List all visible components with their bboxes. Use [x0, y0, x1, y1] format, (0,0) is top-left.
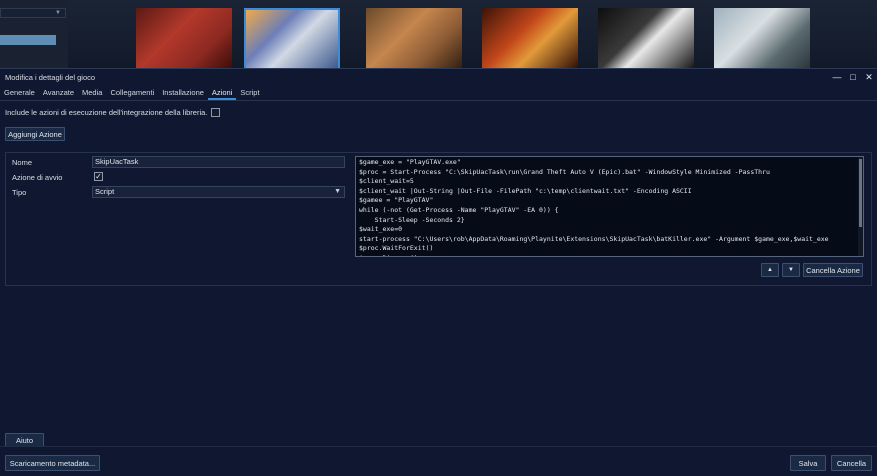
tab-collegamenti[interactable]: Collegamenti	[106, 86, 158, 100]
dialog-title: Modifica i dettagli del gioco	[5, 73, 96, 82]
cancel-button[interactable]: Cancella	[831, 455, 872, 471]
edit-game-dialog: Modifica i dettagli del gioco — □ ✕ Gene…	[0, 68, 877, 476]
library-filter-dropdown: ▼	[0, 8, 66, 18]
max-payne-2-cover	[598, 8, 694, 68]
type-label: Tipo	[12, 188, 27, 197]
tab-azioni[interactable]: Azioni	[207, 86, 237, 100]
include-actions-checkbox[interactable]	[211, 108, 221, 117]
editor-scrollbar[interactable]	[858, 157, 863, 256]
help-button[interactable]: Aiuto	[5, 433, 44, 447]
tab-avanzate[interactable]: Avanzate	[39, 86, 78, 100]
action-name-input[interactable]: SkipUacTask	[92, 156, 345, 168]
add-action-button[interactable]: Aggiungi Azione	[5, 127, 65, 141]
tabs-divider	[0, 100, 877, 101]
dialog-tabs: Generale Avanzate Media Collegamenti Ins…	[0, 86, 264, 100]
save-button[interactable]: Salva	[790, 455, 826, 471]
library-sidebar: ▼	[0, 0, 68, 68]
chevron-down-icon: ▼	[334, 188, 341, 195]
borderlands-cover	[482, 8, 578, 68]
play-action-checkbox[interactable]: ✓	[94, 172, 103, 181]
library-selected-item	[0, 35, 56, 45]
arrow-up-icon: ▲	[767, 267, 773, 273]
dialog-titlebar: Modifica i dettagli del gioco — □ ✕	[0, 69, 877, 85]
tab-script[interactable]: Script	[236, 86, 263, 100]
action-type-select[interactable]: Script ▼	[92, 186, 345, 198]
checkmark-icon: ✓	[95, 172, 102, 181]
max-payne-3-cover	[366, 8, 462, 68]
script-text: $game_exe = "PlayGTAV.exe" $proc = Start…	[359, 158, 829, 256]
script-editor[interactable]: $game_exe = "PlayGTAV.exe" $proc = Start…	[355, 156, 864, 257]
splinter-cell-cover	[714, 8, 810, 68]
download-metadata-button[interactable]: Scaricamento metadata...	[5, 455, 100, 471]
move-down-button[interactable]: ▼	[782, 263, 800, 277]
action-type-value: Script	[95, 187, 115, 196]
move-up-button[interactable]: ▲	[761, 263, 779, 277]
chevron-down-icon: ▼	[55, 10, 61, 16]
play-action-label: Azione di avvio	[12, 173, 63, 182]
delete-action-button[interactable]: Cancella Azione	[803, 263, 863, 277]
gta-v-cover	[244, 8, 340, 68]
tab-generale[interactable]: Generale	[0, 86, 39, 100]
footer-divider	[0, 446, 877, 447]
name-label: Nome	[12, 158, 33, 167]
minimize-button[interactable]: —	[829, 69, 845, 85]
maximize-button[interactable]: □	[845, 69, 861, 85]
max-payne-cover	[136, 8, 232, 68]
library-background: ▼	[0, 0, 877, 68]
include-actions-label: Include le azioni di esecuzione dell'int…	[5, 108, 208, 117]
include-actions-row: Include le azioni di esecuzione dell'int…	[5, 108, 221, 117]
scrollbar-thumb[interactable]	[859, 159, 862, 227]
tab-media[interactable]: Media	[78, 86, 106, 100]
arrow-down-icon: ▼	[788, 267, 794, 273]
close-button[interactable]: ✕	[861, 69, 877, 85]
tab-installazione[interactable]: Installazione	[158, 86, 208, 100]
